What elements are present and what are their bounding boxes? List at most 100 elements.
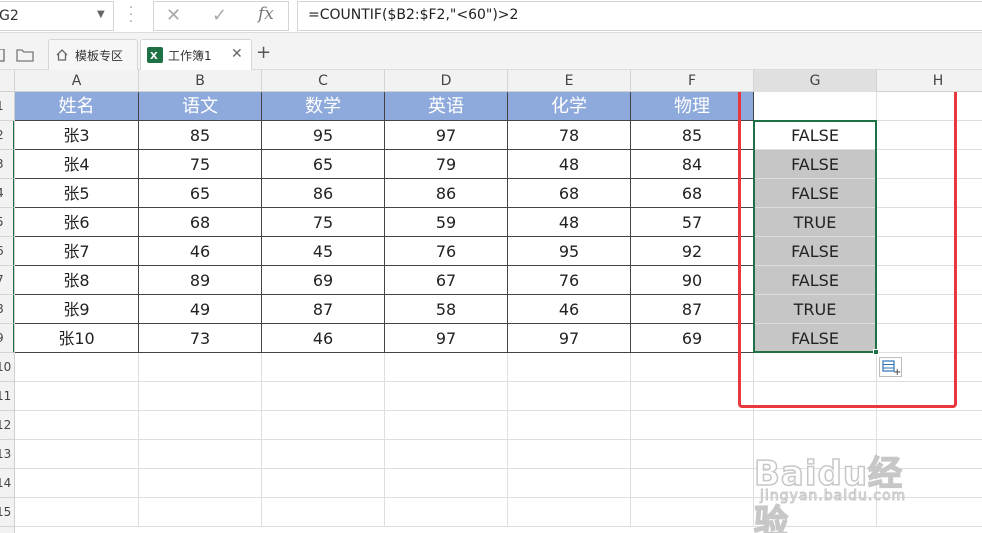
formula-input[interactable]: =COUNTIF($B2:$F2,"<60")>2 xyxy=(297,1,982,31)
cell[interactable] xyxy=(262,469,385,498)
cell[interactable] xyxy=(877,382,982,411)
cell[interactable] xyxy=(877,266,982,295)
cell[interactable] xyxy=(385,498,508,527)
sidebar-icon[interactable] xyxy=(0,49,5,62)
data-cell[interactable]: 95 xyxy=(262,121,385,150)
cell[interactable] xyxy=(877,411,982,440)
data-cell[interactable]: 68 xyxy=(508,179,631,208)
data-cell[interactable]: 87 xyxy=(262,295,385,324)
folder-icon[interactable] xyxy=(16,48,34,62)
cell[interactable] xyxy=(15,440,139,469)
tab-template-zone[interactable]: 模板专区 xyxy=(48,39,138,70)
row-header-2[interactable]: 2 xyxy=(0,121,14,150)
cell[interactable] xyxy=(15,382,139,411)
header-cell[interactable]: 物理 xyxy=(631,92,754,121)
select-all-corner[interactable] xyxy=(0,70,15,92)
data-cell[interactable]: 78 xyxy=(508,121,631,150)
cell[interactable] xyxy=(754,440,877,469)
cell[interactable] xyxy=(877,295,982,324)
data-cell[interactable]: 86 xyxy=(385,179,508,208)
data-cell[interactable]: 58 xyxy=(385,295,508,324)
cell[interactable] xyxy=(877,179,982,208)
header-cell[interactable]: 英语 xyxy=(385,92,508,121)
row-header-3[interactable]: 3 xyxy=(0,150,14,179)
result-cell[interactable]: FALSE xyxy=(754,179,877,208)
data-cell[interactable]: 87 xyxy=(631,295,754,324)
cell[interactable] xyxy=(508,411,631,440)
data-cell[interactable]: 75 xyxy=(262,208,385,237)
cell[interactable] xyxy=(754,469,877,498)
cell[interactable] xyxy=(15,411,139,440)
row-header-11[interactable]: 11 xyxy=(0,382,14,411)
cell[interactable] xyxy=(139,382,262,411)
cell[interactable] xyxy=(754,498,877,527)
cell[interactable] xyxy=(631,353,754,382)
data-cell[interactable]: 68 xyxy=(631,179,754,208)
cell[interactable] xyxy=(877,440,982,469)
data-cell[interactable]: 张3 xyxy=(15,121,139,150)
data-cell[interactable]: 张4 xyxy=(15,150,139,179)
result-cell[interactable]: FALSE xyxy=(754,150,877,179)
row-header-10[interactable]: 10 xyxy=(0,353,14,382)
cell[interactable] xyxy=(508,353,631,382)
cell[interactable] xyxy=(631,440,754,469)
cell[interactable] xyxy=(139,498,262,527)
header-cell[interactable]: 化学 xyxy=(508,92,631,121)
close-icon[interactable]: ✕ xyxy=(166,5,181,26)
header-cell[interactable]: 语文 xyxy=(139,92,262,121)
cell[interactable] xyxy=(754,411,877,440)
data-cell[interactable]: 张6 xyxy=(15,208,139,237)
cell[interactable] xyxy=(385,469,508,498)
check-icon[interactable]: ✓ xyxy=(212,5,227,26)
data-cell[interactable]: 85 xyxy=(139,121,262,150)
cell[interactable] xyxy=(262,382,385,411)
data-cell[interactable]: 68 xyxy=(139,208,262,237)
data-cell[interactable]: 76 xyxy=(508,266,631,295)
cell[interactable] xyxy=(139,353,262,382)
data-cell[interactable]: 65 xyxy=(139,179,262,208)
row-header-8[interactable]: 8 xyxy=(0,295,14,324)
result-cell[interactable]: FALSE xyxy=(754,237,877,266)
data-cell[interactable]: 86 xyxy=(262,179,385,208)
cell[interactable] xyxy=(631,411,754,440)
data-cell[interactable]: 49 xyxy=(139,295,262,324)
new-tab-icon[interactable]: + xyxy=(256,42,271,63)
cell[interactable] xyxy=(385,440,508,469)
column-header-c[interactable]: C xyxy=(262,70,385,92)
row-header-15[interactable]: 15 xyxy=(0,498,14,527)
data-cell[interactable]: 张7 xyxy=(15,237,139,266)
cell[interactable] xyxy=(15,469,139,498)
data-cell[interactable]: 张9 xyxy=(15,295,139,324)
row-header-5[interactable]: 5 xyxy=(0,208,14,237)
cell[interactable] xyxy=(262,353,385,382)
name-box[interactable]: G2 ▼ xyxy=(0,1,114,31)
cell[interactable] xyxy=(15,498,139,527)
data-cell[interactable]: 92 xyxy=(631,237,754,266)
cell[interactable] xyxy=(262,411,385,440)
tab-workbook[interactable]: X 工作簿1 ✕ xyxy=(140,39,252,71)
data-cell[interactable]: 张10 xyxy=(15,324,139,353)
data-cell[interactable]: 46 xyxy=(139,237,262,266)
data-cell[interactable]: 46 xyxy=(508,295,631,324)
cell[interactable] xyxy=(877,208,982,237)
cell[interactable] xyxy=(262,498,385,527)
cell[interactable] xyxy=(631,498,754,527)
data-cell[interactable]: 59 xyxy=(385,208,508,237)
data-cell[interactable]: 73 xyxy=(139,324,262,353)
header-cell[interactable]: 数学 xyxy=(262,92,385,121)
data-cell[interactable]: 75 xyxy=(139,150,262,179)
cell[interactable] xyxy=(754,92,877,121)
data-cell[interactable]: 张5 xyxy=(15,179,139,208)
cell[interactable] xyxy=(754,353,877,382)
data-cell[interactable]: 69 xyxy=(262,266,385,295)
row-header-7[interactable]: 7 xyxy=(0,266,14,295)
fill-handle[interactable] xyxy=(873,349,879,355)
data-cell[interactable]: 97 xyxy=(385,324,508,353)
cell[interactable] xyxy=(877,92,982,121)
column-header-b[interactable]: B xyxy=(139,70,262,92)
data-cell[interactable]: 84 xyxy=(631,150,754,179)
column-header-a[interactable]: A xyxy=(15,70,139,92)
data-cell[interactable]: 57 xyxy=(631,208,754,237)
data-cell[interactable]: 69 xyxy=(631,324,754,353)
data-cell[interactable]: 85 xyxy=(631,121,754,150)
